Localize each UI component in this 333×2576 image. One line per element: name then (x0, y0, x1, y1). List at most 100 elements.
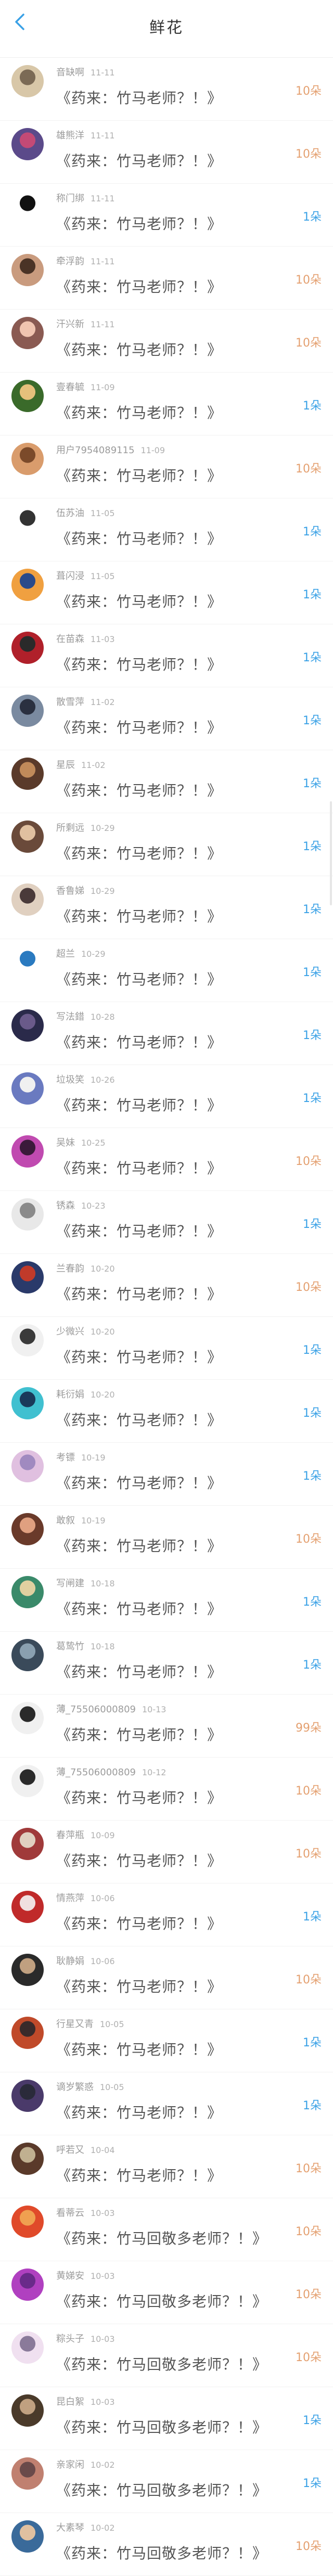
list-item[interactable]: 情燕萍 10-06 《药来：竹马老师？！》 1朵 (0, 1883, 333, 1946)
book-title[interactable]: 《药来：竹马老师？！》 (56, 1535, 222, 1556)
book-title[interactable]: 《药来：竹马老师？！》 (56, 1913, 222, 1933)
avatar[interactable] (11, 1828, 44, 1860)
avatar[interactable] (11, 1513, 44, 1545)
avatar[interactable] (11, 191, 44, 223)
book-title[interactable]: 《药来：竹马老师？！》 (56, 1850, 222, 1870)
book-title[interactable]: 《药来：竹马老师？！》 (56, 1472, 222, 1493)
book-title[interactable]: 《药来：竹马老师？！》 (56, 465, 222, 485)
book-title[interactable]: 《药来：竹马老师？！》 (56, 402, 222, 422)
sender-name[interactable]: 行星又青 (56, 2019, 94, 2030)
list-item[interactable]: 吴妹 10-25 《药来：竹马老师？！》 10朵 (0, 1128, 333, 1191)
book-title[interactable]: 《药来：竹马老师？！》 (56, 1220, 222, 1241)
book-title[interactable]: 《药来：竹马老师？！》 (56, 968, 222, 989)
book-title[interactable]: 《药来：竹马老师？！》 (56, 1724, 222, 1745)
sender-name[interactable]: 雄熊洋 (56, 130, 84, 141)
list-item[interactable]: 薄_75506000809 10-12 《药来：竹马老师？！》 10朵 (0, 1758, 333, 1821)
book-title[interactable]: 《药来：竹马老师？！》 (56, 2164, 222, 2185)
sender-name[interactable]: 垃圾笑 (56, 1074, 84, 1085)
list-item[interactable]: 写法錯 10-28 《药来：竹马老师？！》 1朵 (0, 1002, 333, 1065)
sender-name[interactable]: 耿静娟 (56, 1956, 84, 1967)
book-title[interactable]: 《药来：竹马老师？！》 (56, 339, 222, 360)
sender-name[interactable]: 吴妹 (56, 1137, 75, 1148)
sender-name[interactable]: 在苗森 (56, 634, 84, 645)
sender-name[interactable]: 谪岁繁惑 (56, 2082, 94, 2093)
list-item[interactable]: 音缺啊 11-11 《药来：竹马老师？！》 10朵 (0, 58, 333, 121)
list-item[interactable]: 兰春韵 10-20 《药来：竹马老师？！》 10朵 (0, 1254, 333, 1317)
list-item[interactable]: 称门绑 11-11 《药来：竹马老师？！》 1朵 (0, 184, 333, 247)
sender-name[interactable]: 薄_75506000809 (56, 1767, 136, 1778)
list-item[interactable]: 考镖 10-19 《药来：竹马老师？！》 1朵 (0, 1443, 333, 1506)
book-title[interactable]: 《药来：竹马老师？！》 (56, 842, 222, 863)
book-title[interactable]: 《药来：竹马老师？！》 (56, 1031, 222, 1052)
avatar[interactable] (11, 1072, 44, 1105)
avatar[interactable] (11, 758, 44, 790)
sender-name[interactable]: 牵浮韵 (56, 256, 84, 267)
avatar[interactable] (11, 2457, 44, 2490)
book-title[interactable]: 《药来：竹马老师？！》 (56, 1283, 222, 1304)
sender-name[interactable]: 看蒂云 (56, 2208, 84, 2219)
avatar[interactable] (11, 1576, 44, 1608)
list-item[interactable]: 看蒂云 10-03 《药来：竹马回敬多老师？！》 10朵 (0, 2198, 333, 2261)
avatar[interactable] (11, 1009, 44, 1042)
avatar[interactable] (11, 2394, 44, 2427)
sender-name[interactable]: 称门绑 (56, 193, 84, 204)
book-title[interactable]: 《药来：竹马回敬多老师？！》 (56, 2290, 267, 2311)
avatar[interactable] (11, 443, 44, 475)
list-item[interactable]: 春萍瓶 10-09 《药来：竹马老师？！》 10朵 (0, 1821, 333, 1883)
book-title[interactable]: 《药来：竹马老师？！》 (56, 2039, 222, 2059)
sender-name[interactable]: 兰春韵 (56, 1263, 84, 1274)
book-title[interactable]: 《药来：竹马老师？！》 (56, 528, 222, 548)
list-item[interactable]: 锈森 10-23 《药来：竹马老师？！》 1朵 (0, 1191, 333, 1254)
sender-name[interactable]: 少微兴 (56, 1326, 84, 1337)
book-title[interactable]: 《药来：竹马老师？！》 (56, 1598, 222, 1619)
list-item[interactable]: 垃圾笑 10-26 《药来：竹马老师？！》 1朵 (0, 1065, 333, 1128)
sender-name[interactable]: 散雪萍 (56, 697, 84, 708)
avatar[interactable] (11, 632, 44, 664)
sender-name[interactable]: 情燕萍 (56, 1893, 84, 1904)
book-title[interactable]: 《药来：竹马老师？！》 (56, 1346, 222, 1367)
list-item[interactable]: 用户7954089115 11-09 《药来：竹马老师？！》 10朵 (0, 435, 333, 498)
sender-name[interactable]: 薄_75506000809 (56, 1704, 136, 1715)
book-title[interactable]: 《药来：竹马老师？！》 (56, 1409, 222, 1430)
sender-name[interactable]: 香鲁娣 (56, 886, 84, 896)
avatar[interactable] (11, 128, 44, 160)
book-title[interactable]: 《药来：竹马老师？！》 (56, 1661, 222, 1682)
avatar[interactable] (11, 1387, 44, 1419)
list-item[interactable]: 超兰 10-29 《药来：竹马老师？！》 1朵 (0, 939, 333, 1002)
list-item[interactable]: 昆白絮 10-03 《药来：竹马回敬多老师？！》 1朵 (0, 2387, 333, 2450)
sender-name[interactable]: 写法錯 (56, 1011, 84, 1022)
scrollbar-thumb[interactable] (330, 801, 332, 905)
avatar[interactable] (11, 1639, 44, 1671)
book-title[interactable]: 《药来：竹马老师？！》 (56, 716, 222, 737)
list-item[interactable]: 耗衍娟 10-20 《药来：竹马老师？！》 1朵 (0, 1380, 333, 1443)
list-item[interactable]: 少微兴 10-20 《药来：竹马老师？！》 1朵 (0, 1317, 333, 1380)
book-title[interactable]: 《药来：竹马老师？！》 (56, 2101, 222, 2122)
book-title[interactable]: 《药来：竹马回敬多老师？！》 (56, 2227, 267, 2248)
sender-name[interactable]: 耗衍娟 (56, 1389, 84, 1400)
list-item[interactable]: 亲家闲 10-02 《药来：竹马回敬多老师？！》 1朵 (0, 2450, 333, 2513)
book-title[interactable]: 《药来：竹马老师？！》 (56, 150, 222, 171)
avatar[interactable] (11, 1261, 44, 1293)
sender-name[interactable]: 用户7954089115 (56, 445, 135, 456)
book-title[interactable]: 《药来：竹马回敬多老师？！》 (56, 2416, 267, 2437)
avatar[interactable] (11, 317, 44, 349)
book-title[interactable]: 《药来：竹马老师？！》 (56, 87, 222, 108)
list-item[interactable]: 黄娣安 10-03 《药来：竹马回敬多老师？！》 10朵 (0, 2261, 333, 2324)
book-title[interactable]: 《药来：竹马老师？！》 (56, 1157, 222, 1178)
avatar[interactable] (11, 2080, 44, 2112)
list-item[interactable]: 壹春毓 11-09 《药来：竹马老师？！》 1朵 (0, 373, 333, 435)
sender-name[interactable]: 葺闪浸 (56, 571, 84, 582)
list-item[interactable]: 写闸建 10-18 《药来：竹马老师？！》 1朵 (0, 1569, 333, 1632)
list-item[interactable]: 香鲁娣 10-29 《药来：竹马老师？！》 1朵 (0, 876, 333, 939)
sender-name[interactable]: 亲家闲 (56, 2459, 84, 2470)
avatar[interactable] (11, 2206, 44, 2238)
sender-name[interactable]: 壹春毓 (56, 382, 84, 393)
book-title[interactable]: 《药来：竹马老师？！》 (56, 276, 222, 297)
book-title[interactable]: 《药来：竹马回敬多老师？！》 (56, 2479, 267, 2500)
sender-name[interactable]: 大素琴 (56, 2522, 84, 2533)
list-item[interactable]: 葺闪浸 11-05 《药来：竹马老师？！》 1朵 (0, 561, 333, 624)
avatar[interactable] (11, 380, 44, 412)
sender-name[interactable]: 所剩远 (56, 823, 84, 834)
avatar[interactable] (11, 883, 44, 916)
list-item[interactable]: 散雪萍 11-02 《药来：竹马老师？！》 1朵 (0, 687, 333, 750)
